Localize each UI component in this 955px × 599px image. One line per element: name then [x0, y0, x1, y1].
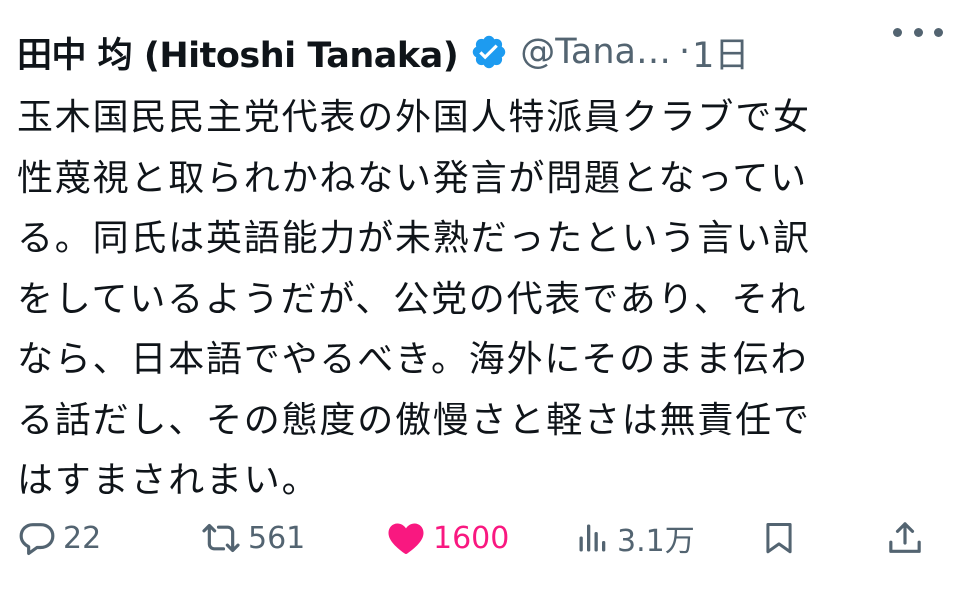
like-button[interactable]: 1600	[385, 508, 509, 568]
views-bar-chart-icon	[579, 524, 606, 552]
like-count: 1600	[433, 520, 510, 556]
share-upload-icon	[889, 522, 921, 553]
more-dot	[893, 27, 902, 37]
tweet-text-line: る。同氏は英語能力が未熟だったという言い訳	[17, 218, 811, 259]
tweet-text-line: 玉木国民民主党代表の外国人特派員クラブで女	[17, 97, 811, 138]
tweet-text-line: る話だし、その態度の傲慢さと軽さは無責任で	[17, 399, 811, 441]
retweet-button[interactable]: 561	[200, 508, 305, 568]
share-button[interactable]	[885, 508, 925, 568]
more-dot	[913, 27, 923, 37]
reply-button[interactable]: 22	[17, 508, 101, 568]
verified-badge-icon[interactable]	[470, 33, 508, 71]
tweet-text-line: はすまされまい。	[17, 460, 320, 501]
tweet-text-line: 性蔑視と取られかねない発言が問題となってい	[17, 157, 808, 199]
retweet-arrows-icon	[202, 523, 240, 553]
action-bar: 22 561 1600 3.1万	[0, 508, 955, 568]
bookmark-button[interactable]	[760, 508, 798, 568]
post-time[interactable]: 1日	[692, 27, 749, 78]
tweet-header: 田中 均 (Hitoshi Tanaka) @Tana… · 1日	[17, 22, 935, 82]
retweet-count: 561	[248, 520, 306, 556]
more-dots-icon[interactable]	[893, 22, 943, 42]
tweet[interactable]: 田中 均 (Hitoshi Tanaka) @Tana… · 1日 玉木国民民主…	[0, 0, 955, 599]
author-handle[interactable]: @Tana…	[520, 32, 671, 72]
reply-bubble-icon	[19, 523, 55, 556]
more-dot	[934, 27, 943, 37]
heart-icon	[388, 523, 424, 554]
tweet-text: 玉木国民民主党代表の外国人特派員クラブで女 性蔑視と取られかねない発言が問題とな…	[17, 88, 907, 512]
bookmark-icon	[766, 523, 792, 554]
header-separator: ·	[678, 32, 691, 72]
reply-count: 22	[63, 520, 102, 556]
views-count: 3.1万	[617, 524, 695, 559]
tweet-text-line: なら、日本語でやるべき。海外にそのまま伝わ	[17, 339, 809, 380]
views-button[interactable]: 3.1万	[575, 508, 695, 568]
tweet-text-line: をしているようだが、公党の代表であり、それ	[17, 278, 808, 320]
author-display-name[interactable]: 田中 均 (Hitoshi Tanaka)	[17, 27, 459, 78]
